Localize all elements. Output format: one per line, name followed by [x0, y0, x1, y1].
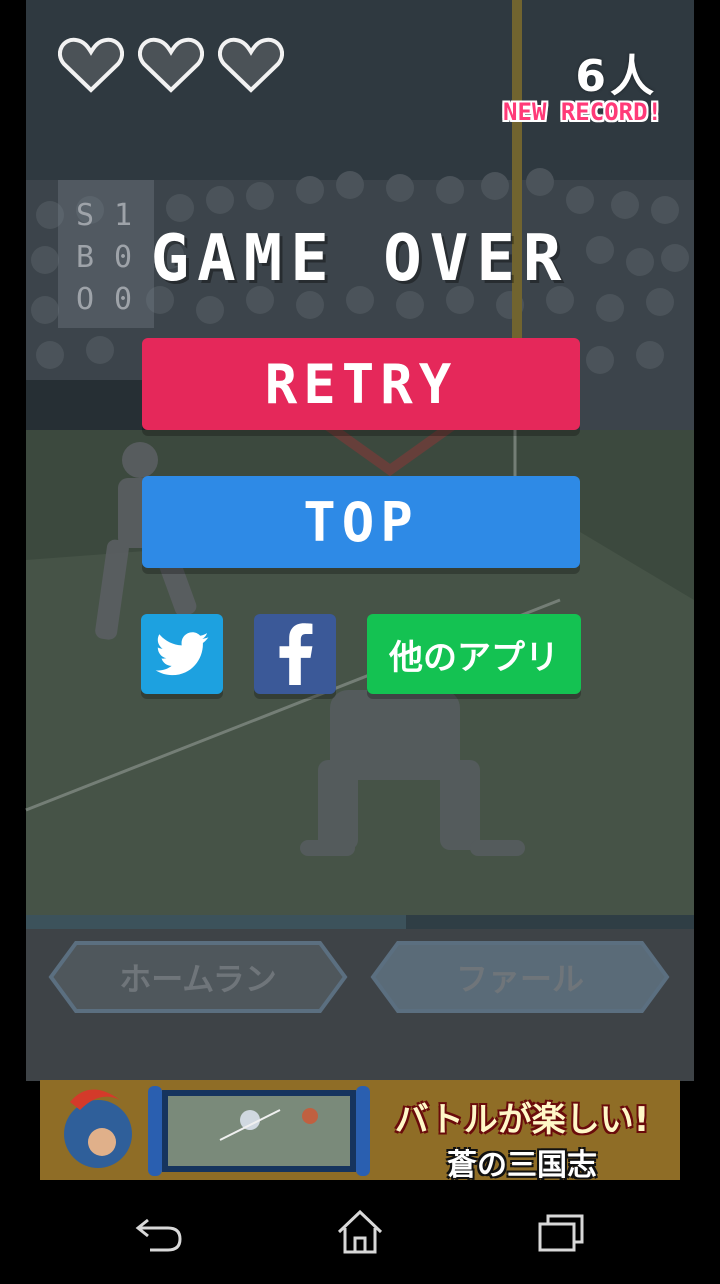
game-over-title: GAME OVER — [150, 222, 570, 296]
ad-subtitle: 蒼の三国志 — [447, 1148, 597, 1183]
heart-icon — [58, 37, 124, 93]
top-button[interactable]: TOP — [142, 476, 580, 568]
ad-headline: バトルが楽しい! — [394, 1100, 650, 1140]
new-record-label: NEW RECORD! — [503, 98, 662, 126]
twitter-bird-icon — [155, 632, 209, 676]
recents-icon[interactable] — [536, 1208, 586, 1256]
home-run-label: ホームラン — [119, 960, 277, 998]
other-apps-button[interactable]: 他のアプリ — [367, 614, 581, 694]
score-display: 6人 — [575, 40, 658, 104]
foul-label: ファール — [455, 960, 584, 998]
score-unit: 人 — [610, 51, 658, 102]
back-icon[interactable] — [134, 1208, 184, 1256]
heart-icon — [138, 37, 204, 93]
heart-icon — [218, 37, 284, 93]
facebook-share-button[interactable] — [254, 614, 336, 694]
twitter-share-button[interactable] — [141, 614, 223, 694]
home-run-button[interactable]: ホームラン — [48, 940, 348, 1014]
retry-button[interactable]: RETRY — [142, 338, 580, 430]
home-icon[interactable] — [335, 1208, 385, 1256]
facebook-f-icon — [279, 623, 313, 685]
lives-display — [58, 36, 284, 94]
score-value: 6 — [575, 51, 610, 102]
foul-button[interactable]: ファール — [370, 940, 670, 1014]
